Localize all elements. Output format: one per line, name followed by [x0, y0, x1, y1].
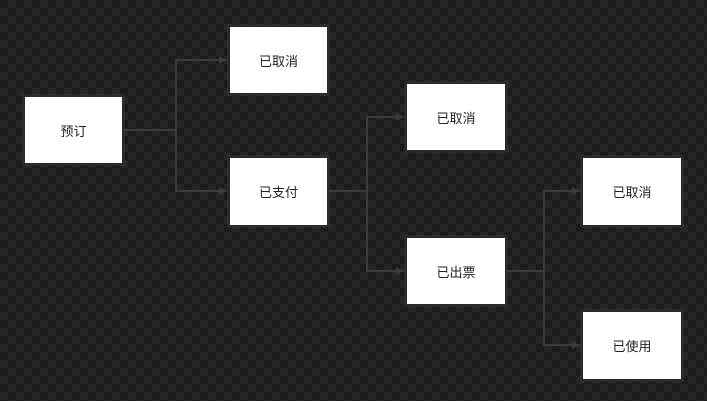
edge-booking-to-cancel-1 [124, 56, 227, 131]
node-paid-label: 已支付 [258, 186, 298, 201]
node-ticketed[interactable]: 已出票 [405, 236, 507, 306]
node-cancelled-1-label: 已取消 [258, 54, 298, 70]
node-booking[interactable]: 预订 [23, 95, 124, 165]
node-cancelled-3[interactable]: 已取消 [581, 156, 683, 227]
node-cancelled-3-label: 已取消 [612, 186, 652, 201]
node-booking-label: 预订 [60, 124, 87, 140]
node-cancelled-1[interactable]: 已取消 [228, 25, 329, 95]
flowchart: 预订 已取消 已支付 已取消 已出票 已取消 已使用 [0, 0, 707, 401]
node-paid[interactable]: 已支付 [228, 156, 329, 227]
edge-ticketed-to-used [507, 270, 580, 349]
node-used-label: 已使用 [612, 340, 652, 355]
edge-booking-to-paid [124, 129, 227, 195]
node-cancelled-2[interactable]: 已取消 [405, 82, 507, 152]
edge-paid-to-cancel-2 [329, 113, 404, 192]
node-used[interactable]: 已使用 [581, 310, 683, 381]
edge-ticketed-to-cancel-3 [507, 187, 580, 272]
node-cancelled-2-label: 已取消 [436, 111, 476, 127]
edge-paid-to-ticketed [329, 190, 404, 275]
node-ticketed-label: 已出票 [436, 265, 476, 281]
